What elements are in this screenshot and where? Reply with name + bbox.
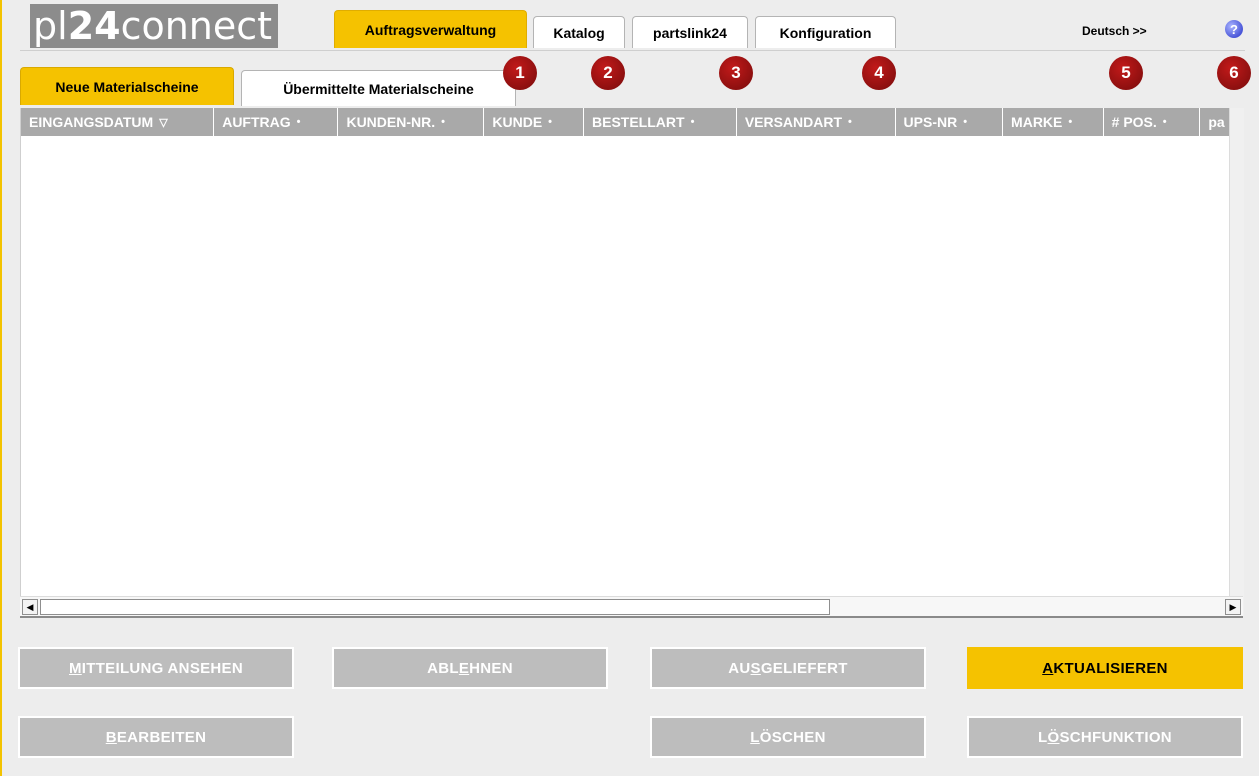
column-label: AUFTRAG <box>222 114 291 130</box>
accelerator-key: E <box>458 659 470 677</box>
materialscheine-table: EINGANGSDATUM ▽ AUFTRAG • KUNDEN-NR. • KUND… <box>20 108 1230 616</box>
ablehnen-button[interactable]: ABL E HNEN <box>332 647 608 689</box>
column-label: KUNDEN-NR. <box>346 114 436 130</box>
sort-icon: • <box>548 116 553 128</box>
horizontal-scrollbar[interactable]: ◀ ▶ <box>20 596 1243 617</box>
column-label: EINGANGSDATUM <box>29 114 154 130</box>
column-kunden-nr[interactable]: KUNDEN-NR. • <box>338 108 485 136</box>
table-bottom-border <box>20 616 1243 618</box>
button-label: ÖSCHEN <box>759 728 826 746</box>
aktualisieren-button[interactable]: A KTUALISIEREN <box>967 647 1243 689</box>
logo-part-24: 24 <box>67 4 121 48</box>
accelerator-key: S <box>750 659 761 677</box>
accelerator-key: A <box>1042 659 1054 677</box>
sort-desc-icon: ▽ <box>159 116 168 129</box>
subtab-uebermittelte-materialscheine[interactable]: Übermittelte Materialscheine <box>241 70 516 106</box>
sort-icon: • <box>1068 116 1073 128</box>
annotation-marker-6: 6 <box>1217 56 1251 90</box>
ausgeliefert-button[interactable]: AU S GELIEFERT <box>650 647 926 689</box>
logo-part-connect: connect <box>120 4 273 48</box>
button-label-pre: L <box>1038 728 1048 746</box>
tab-konfiguration[interactable]: Konfiguration <box>755 16 896 48</box>
column-label: KUNDE <box>492 114 543 130</box>
column-versandart[interactable]: VERSANDART • <box>737 108 896 136</box>
button-label: EARBEITEN <box>116 728 207 746</box>
column-label: BESTELLART <box>592 114 685 130</box>
column-label: # POS. <box>1111 114 1157 130</box>
column-eingangsdatum[interactable]: EINGANGSDATUM ▽ <box>21 108 215 136</box>
annotation-marker-3: 3 <box>719 56 753 90</box>
sort-icon: • <box>963 116 968 128</box>
subtab-neue-materialscheine[interactable]: Neue Materialscheine <box>20 67 234 105</box>
logo-part-pl: pl <box>33 4 68 48</box>
tab-partslink24[interactable]: partslink24 <box>632 16 748 48</box>
column-pos[interactable]: # POS. • <box>1104 108 1201 136</box>
language-switch[interactable]: Deutsch >> <box>1082 24 1147 38</box>
button-label-post: GELIEFERT <box>760 659 848 677</box>
window-frame-edge <box>0 0 2 776</box>
button-label-pre: AU <box>728 659 751 677</box>
column-label: UPS-NR <box>903 114 958 130</box>
button-label-pre: ABL <box>427 659 459 677</box>
annotation-marker-4: 4 <box>862 56 896 90</box>
button-label: ITTEILUNG ANSEHEN <box>81 659 243 677</box>
loeschen-button[interactable]: L ÖSCHEN <box>650 716 926 758</box>
scroll-left-arrow-icon[interactable]: ◀ <box>22 599 38 615</box>
accelerator-key: B <box>105 728 117 746</box>
annotation-marker-2: 2 <box>591 56 625 90</box>
column-label: pa <box>1208 114 1225 130</box>
app-header: pl 24 connect Auftragsverwaltung Katalog p… <box>0 0 1259 52</box>
accelerator-key: M <box>68 659 82 677</box>
sort-icon: • <box>296 116 301 128</box>
horizontal-scroll-thumb[interactable] <box>40 599 830 615</box>
sort-icon: • <box>1162 116 1167 128</box>
header-divider <box>20 50 1245 51</box>
scroll-right-arrow-icon[interactable]: ▶ <box>1225 599 1241 615</box>
app-logo: pl 24 connect <box>33 4 272 48</box>
column-marke[interactable]: MARKE • <box>1003 108 1104 136</box>
button-label: KTUALISIEREN <box>1053 659 1168 677</box>
column-auftrag[interactable]: AUFTRAG • <box>214 108 339 136</box>
tab-katalog[interactable]: Katalog <box>533 16 625 48</box>
sort-icon: • <box>848 116 852 128</box>
tab-auftragsverwaltung[interactable]: Auftragsverwaltung <box>334 10 527 48</box>
mitteilung-ansehen-button[interactable]: M ITTEILUNG ANSEHEN <box>18 647 294 689</box>
column-label: MARKE <box>1011 114 1063 130</box>
table-header: EINGANGSDATUM ▽ AUFTRAG • KUNDEN-NR. • KUND… <box>21 108 1230 136</box>
button-label-post: SCHFUNKTION <box>1059 728 1172 746</box>
bearbeiten-button[interactable]: B EARBEITEN <box>18 716 294 758</box>
vertical-scrollbar[interactable] <box>1229 108 1244 616</box>
column-bestellart[interactable]: BESTELLART • <box>584 108 737 136</box>
column-ups-nr[interactable]: UPS-NR • <box>896 108 1004 136</box>
accelerator-key: Ö <box>1047 728 1060 746</box>
help-icon[interactable]: ? <box>1225 20 1243 38</box>
column-label: VERSANDART <box>744 114 843 130</box>
annotation-marker-5: 5 <box>1109 56 1143 90</box>
column-kunde[interactable]: KUNDE • <box>484 108 584 136</box>
loeschfunktion-button[interactable]: L Ö SCHFUNKTION <box>967 716 1243 758</box>
sort-icon: • <box>690 116 695 128</box>
column-pa[interactable]: pa <box>1200 108 1230 136</box>
button-label-post: HNEN <box>469 659 513 677</box>
accelerator-key: L <box>750 728 760 746</box>
sort-icon: • <box>441 116 445 128</box>
annotation-marker-1: 1 <box>503 56 537 90</box>
